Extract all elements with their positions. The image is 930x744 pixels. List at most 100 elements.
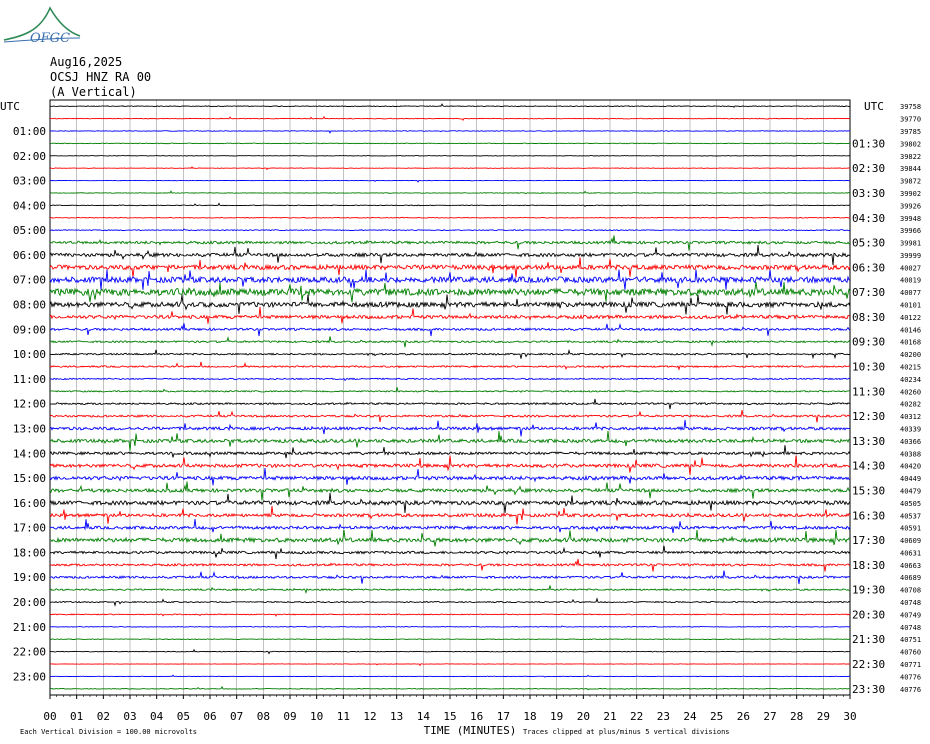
hour-label-left: 20:00	[13, 596, 46, 609]
trace-offset-value: 39822	[900, 153, 921, 161]
half-hour-label-right: 08:30	[852, 311, 885, 324]
half-hour-label-right: 12:30	[852, 410, 885, 423]
trace-offset-value: 39981	[900, 240, 921, 248]
half-hour-label-right: 15:30	[852, 484, 885, 497]
trace-offset-value: 40122	[900, 314, 921, 322]
half-hour-label-right: 06:30	[852, 261, 885, 274]
x-tick-label: 03	[123, 710, 136, 723]
x-tick-label: 20	[577, 710, 590, 723]
hour-label-left: 06:00	[13, 249, 46, 262]
trace-offset-value: 39844	[900, 165, 921, 173]
trace-offset-value: 40027	[900, 264, 921, 272]
trace-offset-value: 40631	[900, 549, 921, 557]
trace-offset-value: 40749	[900, 611, 921, 619]
trace-offset-value: 40776	[900, 673, 921, 681]
hour-label-left: 07:00	[13, 274, 46, 287]
x-tick-label: 21	[603, 710, 616, 723]
half-hour-label-right: 11:30	[852, 385, 885, 398]
trace-offset-value: 40260	[900, 388, 921, 396]
trace-offset-value: 40019	[900, 277, 921, 285]
half-hour-label-right: 18:30	[852, 559, 885, 572]
trace-offset-value: 39872	[900, 178, 921, 186]
x-tick-label: 11	[337, 710, 350, 723]
hour-label-left: 08:00	[13, 299, 46, 312]
trace-offset-value: 39802	[900, 140, 921, 148]
half-hour-label-right: 13:30	[852, 435, 885, 448]
half-hour-label-right: 21:30	[852, 633, 885, 646]
x-tick-label: 07	[230, 710, 243, 723]
seismic-trace	[50, 142, 851, 145]
x-tick-label: 24	[683, 710, 697, 723]
trace-offset-value: 39948	[900, 215, 921, 223]
left-axis-unit: UTC	[0, 100, 20, 113]
trace-offset-value: 40200	[900, 351, 921, 359]
trace-offset-value: 40748	[900, 599, 921, 607]
half-hour-label-right: 20:30	[852, 608, 885, 621]
x-tick-label: 01	[70, 710, 83, 723]
seismic-trace	[49, 638, 851, 641]
hour-label-left: 23:00	[13, 670, 46, 683]
trace-offset-value: 40312	[900, 413, 921, 421]
x-tick-label: 29	[817, 710, 830, 723]
trace-offset-value: 39999	[900, 252, 921, 260]
trace-offset-value: 40282	[900, 401, 921, 409]
trace-offset-value: 40101	[900, 302, 921, 310]
trace-offset-value: 40479	[900, 487, 921, 495]
trace-offset-value: 40168	[900, 339, 921, 347]
half-hour-label-right: 02:30	[852, 162, 885, 175]
trace-offset-value: 39966	[900, 227, 921, 235]
x-tick-label: 17	[497, 710, 510, 723]
half-hour-label-right: 01:30	[852, 137, 885, 150]
half-hour-label-right: 22:30	[852, 658, 885, 671]
hour-label-left: 04:00	[13, 199, 46, 212]
half-hour-label-right: 10:30	[852, 361, 885, 374]
scale-note: Each Vertical Division = 100.00 microvol…	[20, 728, 197, 736]
x-tick-label: 02	[97, 710, 110, 723]
x-tick-label: 19	[550, 710, 563, 723]
hour-label-left: 11:00	[13, 373, 46, 386]
hour-label-left: 02:00	[13, 150, 46, 163]
half-hour-label-right: 09:30	[852, 336, 885, 349]
x-tick-label: 14	[417, 710, 431, 723]
half-hour-label-right: 19:30	[852, 584, 885, 597]
hour-label-left: 18:00	[13, 546, 46, 559]
trace-offset-value: 40388	[900, 450, 921, 458]
trace-offset-value: 39926	[900, 202, 921, 210]
trace-offset-value: 40771	[900, 661, 921, 669]
x-tick-label: 10	[310, 710, 323, 723]
hour-label-left: 19:00	[13, 571, 46, 584]
trace-offset-value: 40663	[900, 562, 921, 570]
hour-label-left: 10:00	[13, 348, 46, 361]
hour-label-left: 22:00	[13, 646, 46, 659]
x-tick-label: 04	[150, 710, 164, 723]
x-tick-label: 09	[283, 710, 296, 723]
trace-offset-value: 40760	[900, 649, 921, 657]
trace-offset-value: 40609	[900, 537, 921, 545]
hour-label-left: 09:00	[13, 323, 46, 336]
hour-label-left: 12:00	[13, 398, 46, 411]
half-hour-label-right: 04:30	[852, 212, 885, 225]
clip-note: Traces clipped at plus/minus 5 vertical …	[523, 728, 730, 736]
half-hour-label-right: 17:30	[852, 534, 885, 547]
trace-offset-value: 39758	[900, 103, 921, 111]
seismic-trace	[49, 155, 851, 157]
hour-label-left: 03:00	[13, 175, 46, 188]
trace-offset-value: 40591	[900, 525, 921, 533]
x-tick-label: 12	[363, 710, 376, 723]
helicorder-plot: UTC UTC 01:00 01:30 02:00 02:30 03:00 03:30 04:0…	[0, 99, 921, 737]
x-tick-label: 22	[630, 710, 643, 723]
half-hour-label-right: 23:30	[852, 683, 885, 696]
hour-label-left: 01:00	[13, 125, 46, 138]
trace-offset-value: 40537	[900, 512, 921, 520]
right-axis-unit: UTC	[864, 100, 884, 113]
trace-offset-value: 40215	[900, 364, 921, 372]
hour-label-left: 21:00	[13, 621, 46, 634]
trace-offset-value: 40234	[900, 376, 921, 384]
seismic-trace	[49, 216, 851, 219]
x-tick-label: 00	[43, 710, 56, 723]
x-tick-label: 05	[177, 710, 190, 723]
trace-offset-value: 40420	[900, 463, 921, 471]
trace-offset-value: 39770	[900, 116, 921, 124]
trace-offset-value: 40776	[900, 686, 921, 694]
trace-offset-value: 40689	[900, 574, 921, 582]
